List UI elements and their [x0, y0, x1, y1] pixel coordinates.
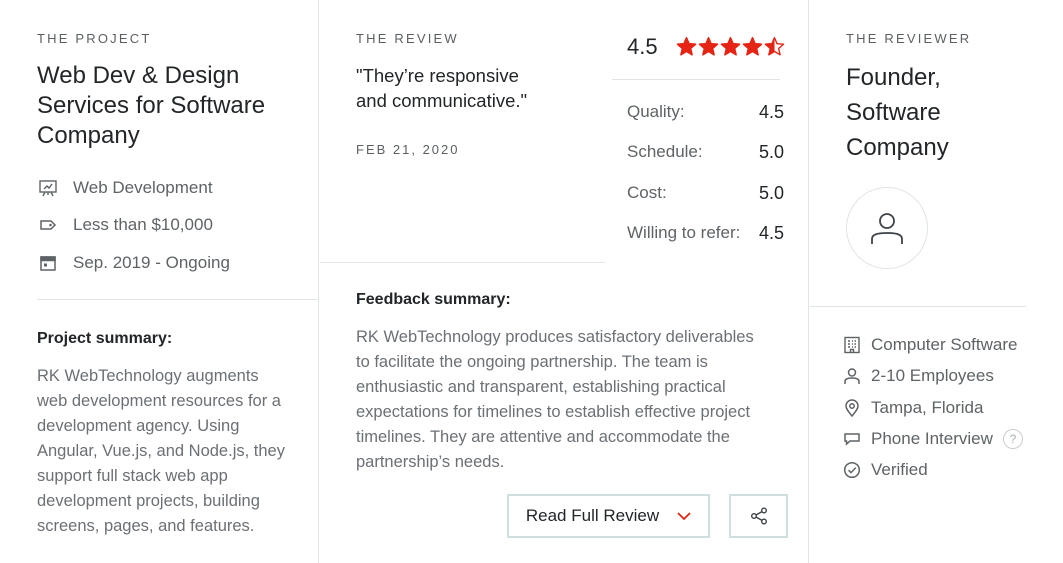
reviewer-column: THE REVIEWER Founder, Software Company C…	[810, 0, 1063, 563]
check-circle-icon	[842, 460, 862, 480]
reviewer-eyebrow: THE REVIEWER	[846, 31, 972, 46]
service-label: Web Development	[73, 178, 213, 197]
interview-line: Phone Interview ?	[842, 427, 1023, 451]
star-icon	[698, 37, 719, 56]
summary-line: development projects, building	[37, 492, 260, 510]
verified-line: Verified	[842, 458, 928, 482]
presentation-icon	[37, 177, 59, 199]
service-line: Web Development	[37, 177, 213, 199]
score-label: Schedule:	[627, 142, 703, 161]
duration-line: Sep. 2019 - Ongoing	[37, 252, 230, 274]
avatar	[846, 187, 928, 269]
people-icon	[842, 366, 862, 386]
summary-line: support full stack web app	[37, 467, 228, 485]
calendar-icon	[37, 252, 59, 274]
company-size-line: 2-10 Employees	[842, 364, 994, 388]
star-rating	[676, 36, 786, 57]
star-icon	[676, 37, 697, 56]
score-refer: Willing to refer: 4.5	[627, 223, 784, 244]
score-quality: Quality: 4.5	[627, 102, 784, 123]
summary-line: development agency. Using	[37, 417, 240, 435]
overall-rating: 4.5	[627, 34, 658, 59]
review-quote: "They’re responsive and communicative."	[356, 63, 596, 113]
project-column: THE PROJECT Web Dev & Design Services fo…	[0, 0, 319, 563]
project-summary-text: RK WebTechnology augments web developmen…	[37, 364, 312, 539]
reviewer-title-line: Software	[846, 99, 941, 126]
score-value: 5.0	[758, 142, 784, 162]
rating-divider	[612, 79, 780, 80]
score-label: Willing to refer:	[627, 223, 741, 242]
star-icon	[764, 37, 785, 56]
feedback-line: RK WebTechnology produces satisfactory d…	[356, 328, 754, 346]
location-pin-icon	[842, 398, 862, 418]
reviewer-title: Founder, Software Company	[846, 60, 1046, 165]
industry-label: Computer Software	[871, 335, 1018, 354]
review-column: THE REVIEW "They’re responsive and commu…	[320, 0, 809, 563]
score-value: 4.5	[758, 223, 784, 243]
chevron-down-icon	[677, 511, 691, 521]
feedback-line: partnership’s needs.	[356, 453, 505, 471]
project-summary-heading: Project summary:	[37, 330, 173, 347]
share-button[interactable]	[729, 494, 788, 538]
location-label: Tampa, Florida	[871, 398, 984, 417]
project-title: Web Dev & Design Services for Software C…	[37, 62, 266, 149]
budget-line: Less than $10,000	[37, 214, 213, 236]
score-value: 5.0	[758, 183, 784, 203]
tag-icon	[37, 214, 59, 236]
reviewer-title-line: Founder,	[846, 64, 941, 91]
company-size-label: 2-10 Employees	[871, 366, 994, 385]
feedback-summary-text: RK WebTechnology produces satisfactory d…	[356, 325, 796, 475]
project-divider	[37, 299, 319, 300]
feedback-line: to facilitate the ongoing partnership. T…	[356, 353, 708, 371]
feedback-summary-heading: Feedback summary:	[356, 291, 511, 308]
user-icon	[868, 209, 906, 247]
reviewer-title-line: Company	[846, 134, 949, 161]
building-icon	[842, 335, 862, 355]
star-icon	[720, 37, 741, 56]
summary-line: screens, pages, and features.	[37, 517, 255, 535]
score-cost: Cost: 5.0	[627, 183, 784, 204]
budget-label: Less than $10,000	[73, 215, 213, 234]
quote-line: "They’re responsive	[356, 65, 519, 86]
read-full-review-button[interactable]: Read Full Review	[507, 494, 710, 538]
score-schedule: Schedule: 5.0	[627, 142, 784, 163]
score-label: Quality:	[627, 102, 685, 121]
feedback-line: timelines. They are attentive and accomm…	[356, 428, 730, 446]
review-date: FEB 21, 2020	[356, 142, 460, 157]
project-eyebrow: THE PROJECT	[37, 31, 152, 46]
quote-line: and communicative."	[356, 90, 528, 111]
feedback-line: enthusiastic and transparent, establishi…	[356, 378, 726, 396]
share-icon	[749, 506, 769, 526]
feedback-line: expectations for timelines to establish …	[356, 403, 751, 421]
duration-label: Sep. 2019 - Ongoing	[73, 253, 230, 272]
interview-label: Phone Interview	[871, 429, 993, 448]
location-line: Tampa, Florida	[842, 396, 983, 420]
summary-line: web development resources for a	[37, 392, 281, 410]
review-divider	[320, 262, 605, 263]
read-full-review-label: Read Full Review	[525, 506, 660, 525]
score-value: 4.5	[758, 102, 784, 122]
verified-label: Verified	[871, 460, 928, 479]
help-icon[interactable]: ?	[1002, 429, 1023, 449]
industry-line: Computer Software	[842, 333, 1017, 357]
chat-icon	[842, 429, 862, 449]
summary-line: Angular, Vue.js, and Node.js, they	[37, 442, 285, 460]
score-label: Cost:	[627, 183, 667, 202]
summary-line: RK WebTechnology augments	[37, 367, 259, 385]
reviewer-divider	[810, 306, 1026, 307]
star-icon	[742, 37, 763, 56]
review-eyebrow: THE REVIEW	[356, 31, 459, 46]
